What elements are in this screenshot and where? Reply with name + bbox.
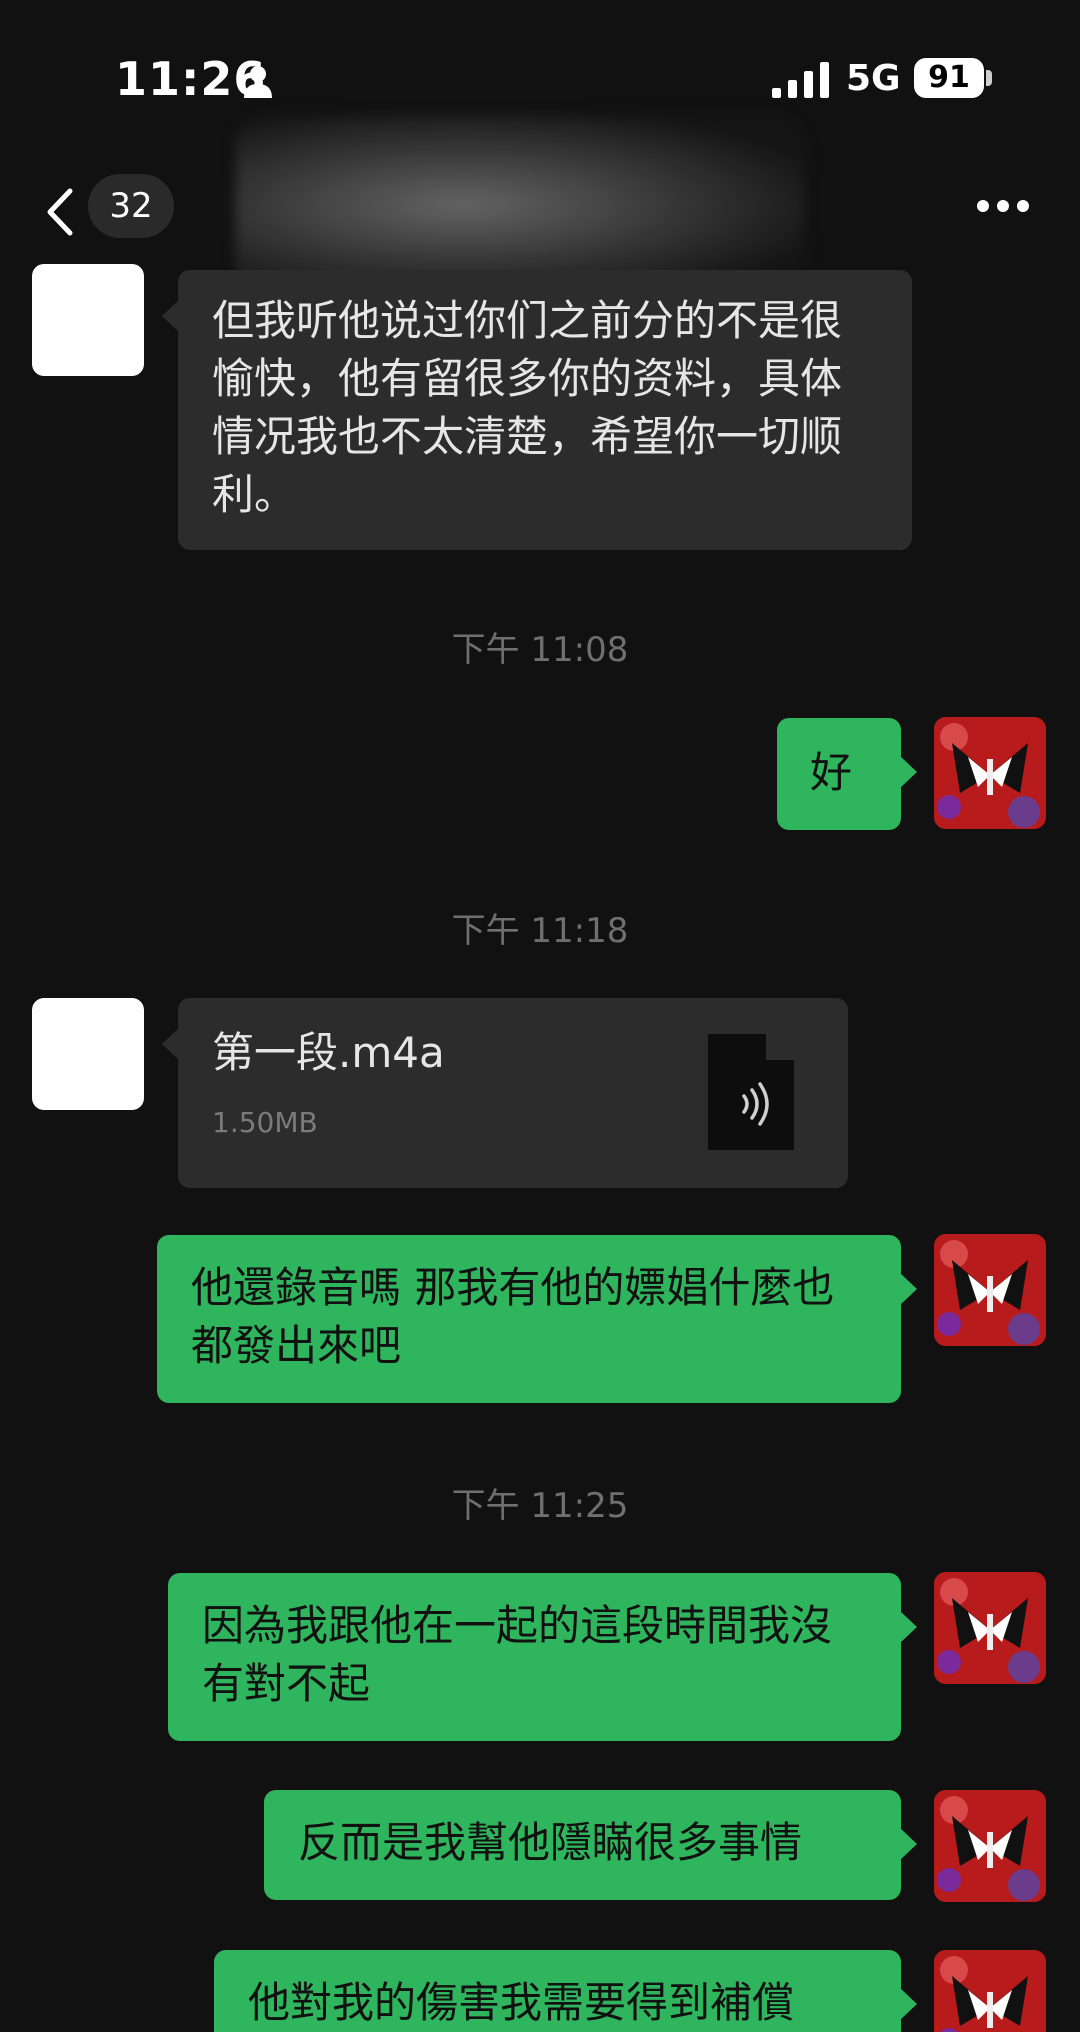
back-chevron-icon[interactable] xyxy=(40,185,80,240)
contact-avatar[interactable] xyxy=(32,264,144,376)
incoming-message-bubble[interactable]: 但我听他说过你们之前分的不是很愉快，他有留很多你的资料，具体情况我也不太清楚，希… xyxy=(162,270,912,550)
butterfly-avatar-icon xyxy=(934,717,1046,829)
self-avatar[interactable] xyxy=(934,1572,1046,1684)
unread-count-badge[interactable]: 32 xyxy=(88,174,174,238)
butterfly-avatar-icon xyxy=(934,1950,1046,2032)
outgoing-message-bubble[interactable]: 因為我跟他在一起的這段時間我沒有對不起 xyxy=(168,1573,917,1741)
timestamp: 下午 11:18 xyxy=(451,911,629,951)
message-text: 他對我的傷害我需要得到補償 xyxy=(248,1978,795,2027)
message-text: 但我听他说过你们之前分的不是很愉快，他有留很多你的资料，具体情况我也不太清楚，希… xyxy=(212,296,843,519)
file-message-card[interactable]: 第一段.m4a 1.50MB xyxy=(162,998,848,1188)
self-avatar[interactable] xyxy=(934,1950,1046,2032)
outgoing-message-bubble[interactable]: 好 xyxy=(777,718,917,830)
person-icon xyxy=(244,66,272,98)
network-type: 5G xyxy=(846,58,901,99)
butterfly-avatar-icon xyxy=(934,1234,1046,1346)
message-text: 因為我跟他在一起的這段時間我沒有對不起 xyxy=(202,1601,833,1708)
outgoing-message-bubble[interactable]: 反而是我幫他隱瞞很多事情 xyxy=(264,1790,917,1900)
timestamp: 下午 11:08 xyxy=(451,630,629,670)
self-avatar[interactable] xyxy=(934,1790,1046,1902)
timestamp: 下午 11:25 xyxy=(451,1486,629,1526)
message-text: 他還錄音嗎 那我有他的嫖娼什麼也都發出來吧 xyxy=(191,1263,835,1370)
more-options-icon[interactable] xyxy=(975,196,1031,216)
self-avatar[interactable] xyxy=(934,717,1046,829)
outgoing-message-bubble[interactable]: 他對我的傷害我需要得到補償 xyxy=(214,1950,917,2032)
battery-tip xyxy=(986,70,992,86)
butterfly-avatar-icon xyxy=(934,1572,1046,1684)
butterfly-avatar-icon xyxy=(934,1790,1046,1902)
contact-avatar[interactable] xyxy=(32,998,144,1110)
file-name: 第一段.m4a xyxy=(212,1028,445,1077)
audio-file-icon xyxy=(708,1034,794,1150)
message-text: 好 xyxy=(810,748,853,797)
file-size: 1.50MB xyxy=(212,1106,318,1139)
self-avatar[interactable] xyxy=(934,1234,1046,1346)
chat-title-redacted xyxy=(235,115,805,295)
signal-icon xyxy=(772,62,829,98)
message-text: 反而是我幫他隱瞞很多事情 xyxy=(298,1818,803,1867)
outgoing-message-bubble[interactable]: 他還錄音嗎 那我有他的嫖娼什麼也都發出來吧 xyxy=(157,1235,917,1403)
battery-icon: 91 xyxy=(914,58,984,98)
